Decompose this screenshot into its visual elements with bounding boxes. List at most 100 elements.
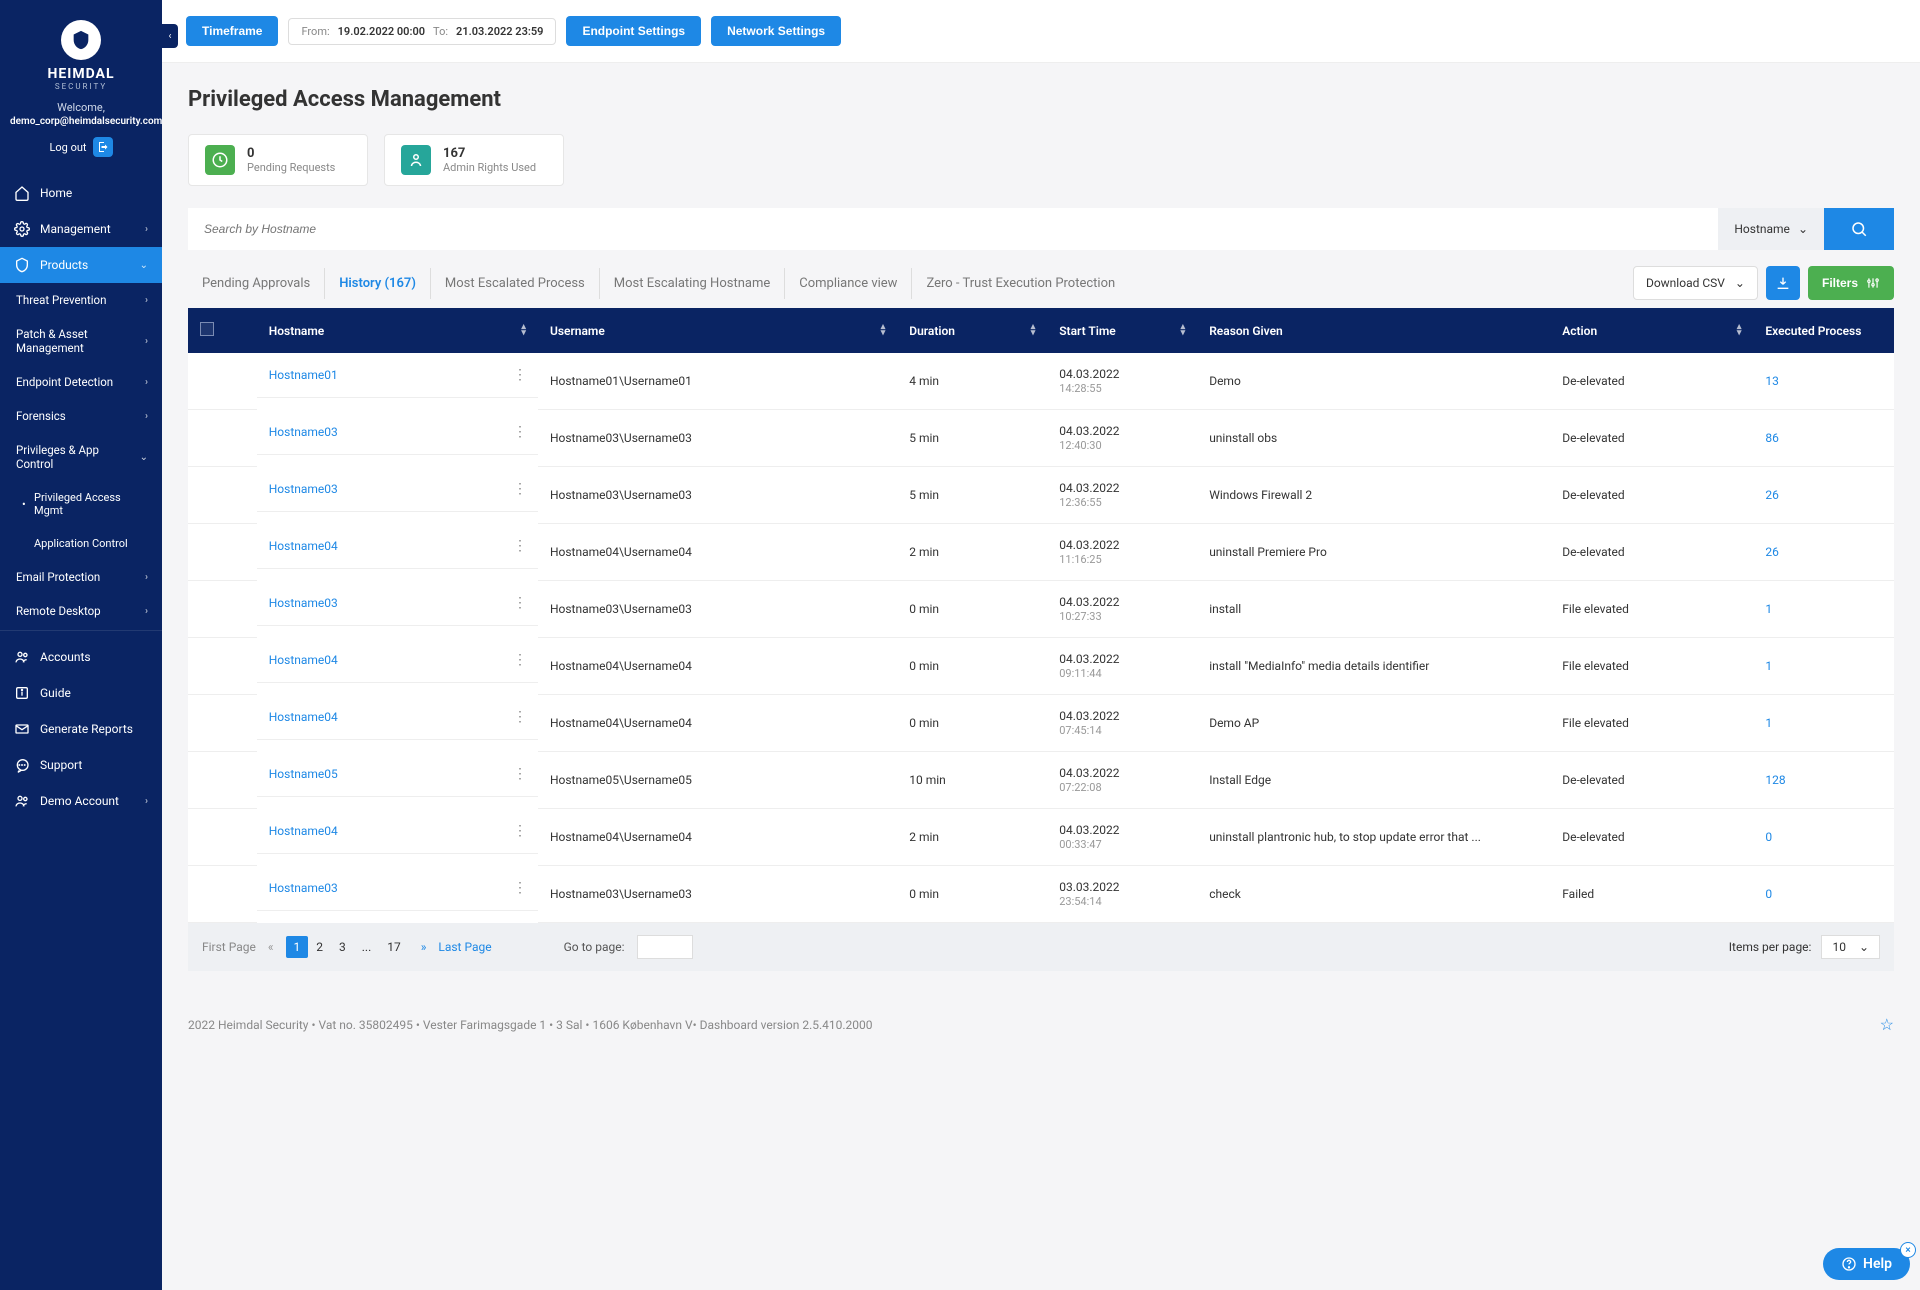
hostname-link[interactable]: Hostname04 (269, 539, 338, 553)
sidebar-item-products[interactable]: Products ⌄ (0, 247, 162, 283)
page-number[interactable]: 2 (308, 936, 331, 958)
col-hostname[interactable]: Hostname▴▾ (257, 308, 538, 353)
favorite-icon[interactable]: ☆ (1880, 1015, 1894, 1034)
tab[interactable]: Compliance view (785, 268, 912, 299)
items-per-page-select[interactable]: 10 ⌄ (1821, 935, 1880, 959)
sidebar-item-threat-prevention[interactable]: Threat Prevention› (0, 283, 162, 317)
card-admin-rights[interactable]: 167 Admin Rights Used (384, 134, 564, 186)
col-start-time[interactable]: Start Time▴▾ (1047, 308, 1197, 353)
chevron-down-icon: ⌄ (1859, 940, 1869, 954)
endpoint-settings-button[interactable]: Endpoint Settings (566, 16, 701, 46)
sidebar-item-pam[interactable]: Privileged Access Mgmt (0, 481, 162, 527)
col-username[interactable]: Username▴▾ (538, 308, 897, 353)
duration-cell: 10 min (897, 752, 1047, 809)
exec-link[interactable]: 13 (1765, 374, 1779, 388)
select-all-checkbox[interactable] (200, 322, 214, 336)
hostname-link[interactable]: Hostname03 (269, 425, 338, 439)
search-input[interactable] (188, 208, 1718, 250)
download-button[interactable] (1766, 266, 1800, 300)
sidebar-item-accounts[interactable]: Accounts (0, 639, 162, 675)
next-page-icon[interactable]: » (421, 940, 427, 954)
goto-page-input[interactable] (637, 935, 693, 959)
action-cell: De-elevated (1550, 410, 1753, 467)
network-settings-button[interactable]: Network Settings (711, 16, 841, 46)
kebab-icon[interactable]: ⋮ (513, 823, 526, 839)
card-pending-requests[interactable]: 0 Pending Requests (188, 134, 368, 186)
timeframe-button[interactable]: Timeframe (186, 16, 278, 46)
hostname-link[interactable]: Hostname04 (269, 653, 338, 667)
prev-page-icon[interactable]: « (268, 940, 274, 954)
exec-link[interactable]: 26 (1765, 488, 1779, 502)
sidebar-item-privileges-app-control[interactable]: Privileges & App Control⌄ (0, 433, 162, 481)
search-type-select[interactable]: Hostname ⌄ (1718, 208, 1824, 250)
tab[interactable]: Zero - Trust Execution Protection (912, 268, 1129, 299)
sidebar-item-home[interactable]: Home (0, 175, 162, 211)
page-number[interactable]: 1 (286, 936, 309, 958)
exec-link[interactable]: 0 (1765, 887, 1772, 901)
row-checkbox-cell (188, 809, 257, 866)
sidebar-collapse-button[interactable]: ‹ (162, 24, 178, 48)
sidebar-item-app-control[interactable]: Application Control (0, 527, 162, 560)
sidebar-item-email-protection[interactable]: Email Protection› (0, 560, 162, 594)
download-select[interactable]: Download CSV ⌄ (1633, 266, 1758, 300)
hostname-link[interactable]: Hostname03 (269, 482, 338, 496)
tab[interactable]: Pending Approvals (188, 268, 325, 299)
page-number[interactable]: 17 (379, 936, 409, 958)
first-page-link[interactable]: First Page (202, 940, 256, 954)
hostname-link[interactable]: Hostname04 (269, 824, 338, 838)
exec-link[interactable]: 0 (1765, 830, 1772, 844)
tab[interactable]: Most Escalated Process (431, 268, 600, 299)
date-range[interactable]: From: 19.02.2022 00:00 To: 21.03.2022 23… (288, 18, 556, 45)
card-label: Admin Rights Used (443, 161, 536, 174)
col-duration[interactable]: Duration▴▾ (897, 308, 1047, 353)
kebab-icon[interactable]: ⋮ (513, 709, 526, 725)
exec-link[interactable]: 1 (1765, 659, 1772, 673)
sidebar-item-endpoint-detection[interactable]: Endpoint Detection› (0, 365, 162, 399)
filters-button[interactable]: Filters (1808, 266, 1894, 300)
sidebar-item-demo-account[interactable]: Demo Account › (0, 783, 162, 819)
last-page-link[interactable]: Last Page (438, 940, 491, 954)
help-close-icon[interactable]: × (1900, 1242, 1916, 1258)
start-time-cell: 04.03.202211:16:25 (1047, 524, 1197, 581)
kebab-icon[interactable]: ⋮ (513, 766, 526, 782)
hostname-link[interactable]: Hostname04 (269, 710, 338, 724)
sidebar-item-remote-desktop[interactable]: Remote Desktop› (0, 594, 162, 628)
kebab-icon[interactable]: ⋮ (513, 424, 526, 440)
kebab-icon[interactable]: ⋮ (513, 652, 526, 668)
exec-link[interactable]: 1 (1765, 602, 1772, 616)
row-checkbox-cell (188, 581, 257, 638)
kebab-icon[interactable]: ⋮ (513, 538, 526, 554)
sidebar-item-forensics[interactable]: Forensics› (0, 399, 162, 433)
history-table: Hostname▴▾ Username▴▾ Duration▴▾ Start T… (188, 308, 1894, 923)
sidebar-item-guide[interactable]: Guide (0, 675, 162, 711)
filters-label: Filters (1822, 276, 1858, 290)
kebab-icon[interactable]: ⋮ (513, 595, 526, 611)
reason-cell: install "MediaInfo" media details identi… (1197, 638, 1550, 695)
logout-link[interactable]: Log out (49, 137, 112, 157)
page-number[interactable]: 3 (331, 936, 354, 958)
search-button[interactable] (1824, 208, 1894, 250)
table-row: Hostname04⋮Hostname04\Username042 min04.… (188, 809, 1894, 866)
hostname-link[interactable]: Hostname01 (269, 368, 338, 382)
help-widget[interactable]: × Help (1823, 1248, 1910, 1280)
hostname-link[interactable]: Hostname03 (269, 881, 338, 895)
kebab-icon[interactable]: ⋮ (513, 880, 526, 896)
table-row: Hostname04⋮Hostname04\Username040 min04.… (188, 695, 1894, 752)
tab[interactable]: Most Escalating Hostname (600, 268, 785, 299)
kebab-icon[interactable]: ⋮ (513, 481, 526, 497)
sidebar-item-label: Privileged Access Mgmt (34, 491, 148, 517)
users-icon (14, 793, 30, 809)
exec-link[interactable]: 128 (1765, 773, 1785, 787)
exec-link[interactable]: 26 (1765, 545, 1779, 559)
hostname-link[interactable]: Hostname05 (269, 767, 338, 781)
tab[interactable]: History (167) (325, 268, 431, 299)
exec-link[interactable]: 86 (1765, 431, 1779, 445)
sidebar-item-support[interactable]: Support (0, 747, 162, 783)
sidebar-item-generate-reports[interactable]: Generate Reports (0, 711, 162, 747)
col-action[interactable]: Action▴▾ (1550, 308, 1753, 353)
sidebar-item-management[interactable]: Management › (0, 211, 162, 247)
exec-link[interactable]: 1 (1765, 716, 1772, 730)
hostname-link[interactable]: Hostname03 (269, 596, 338, 610)
sidebar-item-patch-asset[interactable]: Patch & Asset Management› (0, 317, 162, 365)
kebab-icon[interactable]: ⋮ (513, 367, 526, 383)
